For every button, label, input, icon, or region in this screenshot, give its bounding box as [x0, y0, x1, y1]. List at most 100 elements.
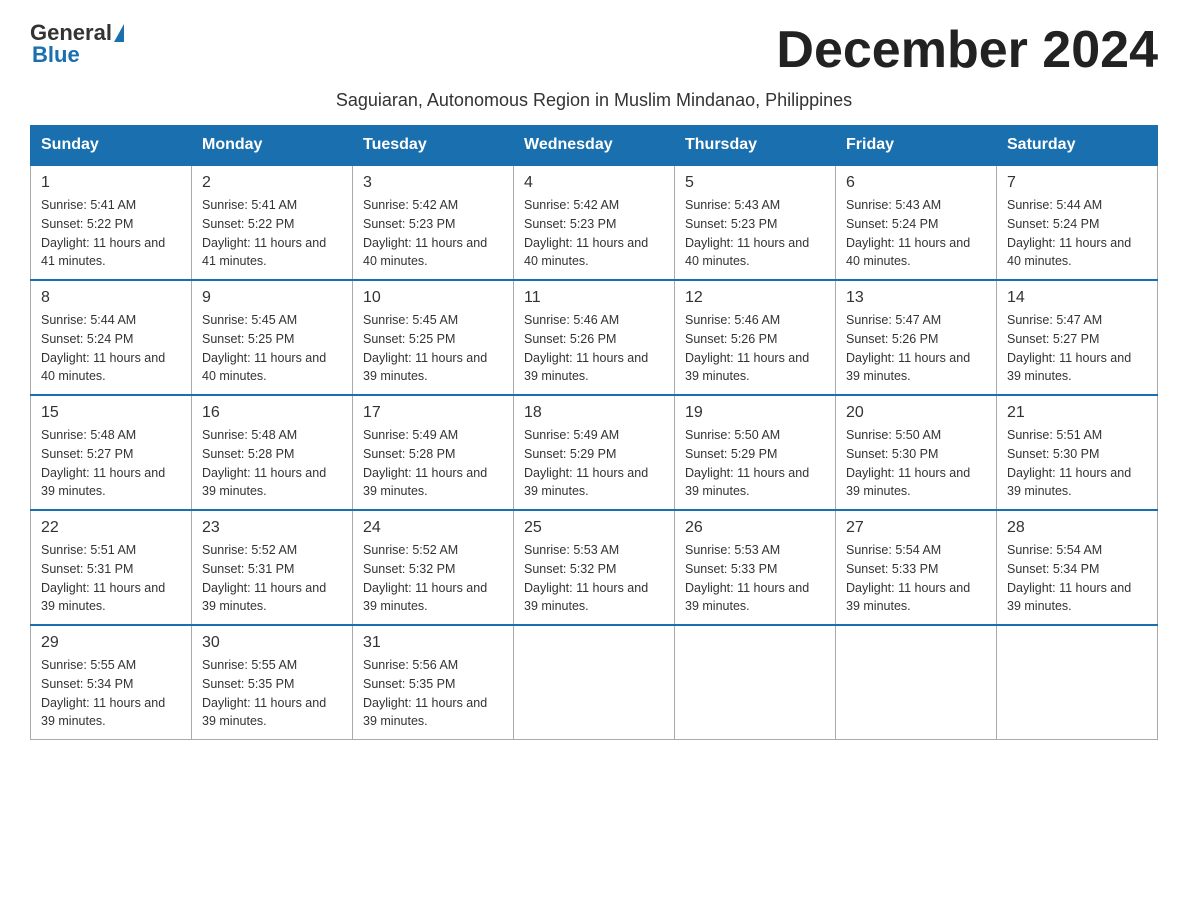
day-info: Sunrise: 5:45 AMSunset: 5:25 PMDaylight:…: [363, 311, 503, 386]
calendar-cell: 5Sunrise: 5:43 AMSunset: 5:23 PMDaylight…: [675, 165, 836, 280]
day-number: 28: [1007, 519, 1147, 537]
day-number: 29: [41, 634, 181, 652]
day-info: Sunrise: 5:48 AMSunset: 5:28 PMDaylight:…: [202, 426, 342, 501]
day-number: 2: [202, 174, 342, 192]
day-info: Sunrise: 5:43 AMSunset: 5:23 PMDaylight:…: [685, 196, 825, 271]
calendar-cell: 11 Sunrise: 5:46 AMSunset: 5:26 PMDayligh…: [514, 280, 675, 395]
day-number: 31: [363, 634, 503, 652]
day-number: 30: [202, 634, 342, 652]
day-number: 22: [41, 519, 181, 537]
day-info: Sunrise: 5:46 AMSunset: 5:26 PMDaylight:…: [524, 311, 664, 386]
day-info: Sunrise: 5:41 AMSunset: 5:22 PMDaylight:…: [41, 196, 181, 271]
day-info: Sunrise: 5:48 AMSunset: 5:27 PMDaylight:…: [41, 426, 181, 501]
day-number: 3: [363, 174, 503, 192]
calendar-cell: 28 Sunrise: 5:54 AMSunset: 5:34 PMDayligh…: [997, 510, 1158, 625]
day-info: Sunrise: 5:56 AMSunset: 5:35 PMDaylight:…: [363, 656, 503, 731]
calendar-cell: 9 Sunrise: 5:45 AMSunset: 5:25 PMDaylight…: [192, 280, 353, 395]
day-info: Sunrise: 5:50 AMSunset: 5:30 PMDaylight:…: [846, 426, 986, 501]
calendar-cell: [514, 625, 675, 740]
day-info: Sunrise: 5:55 AMSunset: 5:34 PMDaylight:…: [41, 656, 181, 731]
day-number: 13: [846, 289, 986, 307]
day-info: Sunrise: 5:44 AMSunset: 5:24 PMDaylight:…: [1007, 196, 1147, 271]
calendar-cell: 13 Sunrise: 5:47 AMSunset: 5:26 PMDayligh…: [836, 280, 997, 395]
day-info: Sunrise: 5:50 AMSunset: 5:29 PMDaylight:…: [685, 426, 825, 501]
calendar-week-row: 29 Sunrise: 5:55 AMSunset: 5:34 PMDayligh…: [31, 625, 1158, 740]
day-info: Sunrise: 5:42 AMSunset: 5:23 PMDaylight:…: [363, 196, 503, 271]
day-number: 4: [524, 174, 664, 192]
day-info: Sunrise: 5:54 AMSunset: 5:34 PMDaylight:…: [1007, 541, 1147, 616]
day-number: 16: [202, 404, 342, 422]
calendar-header-row: SundayMondayTuesdayWednesdayThursdayFrid…: [31, 126, 1158, 166]
calendar-cell: 10 Sunrise: 5:45 AMSunset: 5:25 PMDayligh…: [353, 280, 514, 395]
calendar-cell: 18Sunrise: 5:49 AMSunset: 5:29 PMDayligh…: [514, 395, 675, 510]
day-number: 21: [1007, 404, 1147, 422]
day-number: 11: [524, 289, 664, 307]
day-info: Sunrise: 5:54 AMSunset: 5:33 PMDaylight:…: [846, 541, 986, 616]
calendar-cell: 6 Sunrise: 5:43 AMSunset: 5:24 PMDaylight…: [836, 165, 997, 280]
calendar-cell: 4 Sunrise: 5:42 AMSunset: 5:23 PMDaylight…: [514, 165, 675, 280]
calendar-cell: 14 Sunrise: 5:47 AMSunset: 5:27 PMDayligh…: [997, 280, 1158, 395]
logo: General Blue: [30, 20, 124, 68]
calendar-cell: 2 Sunrise: 5:41 AMSunset: 5:22 PMDaylight…: [192, 165, 353, 280]
calendar-cell: 30 Sunrise: 5:55 AMSunset: 5:35 PMDayligh…: [192, 625, 353, 740]
calendar-cell: 3 Sunrise: 5:42 AMSunset: 5:23 PMDaylight…: [353, 165, 514, 280]
calendar-cell: 1Sunrise: 5:41 AMSunset: 5:22 PMDaylight…: [31, 165, 192, 280]
header-thursday: Thursday: [675, 126, 836, 166]
day-info: Sunrise: 5:55 AMSunset: 5:35 PMDaylight:…: [202, 656, 342, 731]
subtitle: Saguiaran, Autonomous Region in Muslim M…: [30, 90, 1158, 111]
calendar-cell: 23 Sunrise: 5:52 AMSunset: 5:31 PMDayligh…: [192, 510, 353, 625]
page-header: General Blue December 2024: [30, 20, 1158, 80]
header-monday: Monday: [192, 126, 353, 166]
header-sunday: Sunday: [31, 126, 192, 166]
day-info: Sunrise: 5:52 AMSunset: 5:32 PMDaylight:…: [363, 541, 503, 616]
header-wednesday: Wednesday: [514, 126, 675, 166]
day-number: 17: [363, 404, 503, 422]
calendar-cell: 20Sunrise: 5:50 AMSunset: 5:30 PMDayligh…: [836, 395, 997, 510]
calendar-cell: 22Sunrise: 5:51 AMSunset: 5:31 PMDayligh…: [31, 510, 192, 625]
calendar-cell: 17 Sunrise: 5:49 AMSunset: 5:28 PMDayligh…: [353, 395, 514, 510]
calendar-cell: 15 Sunrise: 5:48 AMSunset: 5:27 PMDayligh…: [31, 395, 192, 510]
month-title: December 2024: [776, 20, 1158, 80]
calendar-cell: [675, 625, 836, 740]
calendar-cell: 12Sunrise: 5:46 AMSunset: 5:26 PMDayligh…: [675, 280, 836, 395]
calendar-cell: 31 Sunrise: 5:56 AMSunset: 5:35 PMDayligh…: [353, 625, 514, 740]
calendar-cell: [997, 625, 1158, 740]
calendar-cell: 26Sunrise: 5:53 AMSunset: 5:33 PMDayligh…: [675, 510, 836, 625]
day-info: Sunrise: 5:41 AMSunset: 5:22 PMDaylight:…: [202, 196, 342, 271]
day-number: 24: [363, 519, 503, 537]
day-number: 15: [41, 404, 181, 422]
day-number: 7: [1007, 174, 1147, 192]
day-number: 25: [524, 519, 664, 537]
day-info: Sunrise: 5:44 AMSunset: 5:24 PMDaylight:…: [41, 311, 181, 386]
calendar-cell: 7 Sunrise: 5:44 AMSunset: 5:24 PMDaylight…: [997, 165, 1158, 280]
day-number: 9: [202, 289, 342, 307]
day-number: 23: [202, 519, 342, 537]
logo-triangle-icon: [114, 24, 124, 42]
day-number: 19: [685, 404, 825, 422]
calendar-cell: 19 Sunrise: 5:50 AMSunset: 5:29 PMDayligh…: [675, 395, 836, 510]
day-info: Sunrise: 5:49 AMSunset: 5:28 PMDaylight:…: [363, 426, 503, 501]
day-info: Sunrise: 5:47 AMSunset: 5:27 PMDaylight:…: [1007, 311, 1147, 386]
day-info: Sunrise: 5:46 AMSunset: 5:26 PMDaylight:…: [685, 311, 825, 386]
day-info: Sunrise: 5:47 AMSunset: 5:26 PMDaylight:…: [846, 311, 986, 386]
day-number: 10: [363, 289, 503, 307]
calendar-cell: 21Sunrise: 5:51 AMSunset: 5:30 PMDayligh…: [997, 395, 1158, 510]
calendar-cell: 8 Sunrise: 5:44 AMSunset: 5:24 PMDaylight…: [31, 280, 192, 395]
day-info: Sunrise: 5:45 AMSunset: 5:25 PMDaylight:…: [202, 311, 342, 386]
day-info: Sunrise: 5:53 AMSunset: 5:32 PMDaylight:…: [524, 541, 664, 616]
calendar-week-row: 1Sunrise: 5:41 AMSunset: 5:22 PMDaylight…: [31, 165, 1158, 280]
day-info: Sunrise: 5:52 AMSunset: 5:31 PMDaylight:…: [202, 541, 342, 616]
day-number: 6: [846, 174, 986, 192]
calendar-week-row: 15 Sunrise: 5:48 AMSunset: 5:27 PMDayligh…: [31, 395, 1158, 510]
header-tuesday: Tuesday: [353, 126, 514, 166]
header-saturday: Saturday: [997, 126, 1158, 166]
calendar-cell: 16 Sunrise: 5:48 AMSunset: 5:28 PMDayligh…: [192, 395, 353, 510]
day-number: 14: [1007, 289, 1147, 307]
day-info: Sunrise: 5:43 AMSunset: 5:24 PMDaylight:…: [846, 196, 986, 271]
calendar-week-row: 22Sunrise: 5:51 AMSunset: 5:31 PMDayligh…: [31, 510, 1158, 625]
calendar-table: SundayMondayTuesdayWednesdayThursdayFrid…: [30, 125, 1158, 740]
day-number: 26: [685, 519, 825, 537]
calendar-cell: 29 Sunrise: 5:55 AMSunset: 5:34 PMDayligh…: [31, 625, 192, 740]
day-number: 8: [41, 289, 181, 307]
day-info: Sunrise: 5:42 AMSunset: 5:23 PMDaylight:…: [524, 196, 664, 271]
